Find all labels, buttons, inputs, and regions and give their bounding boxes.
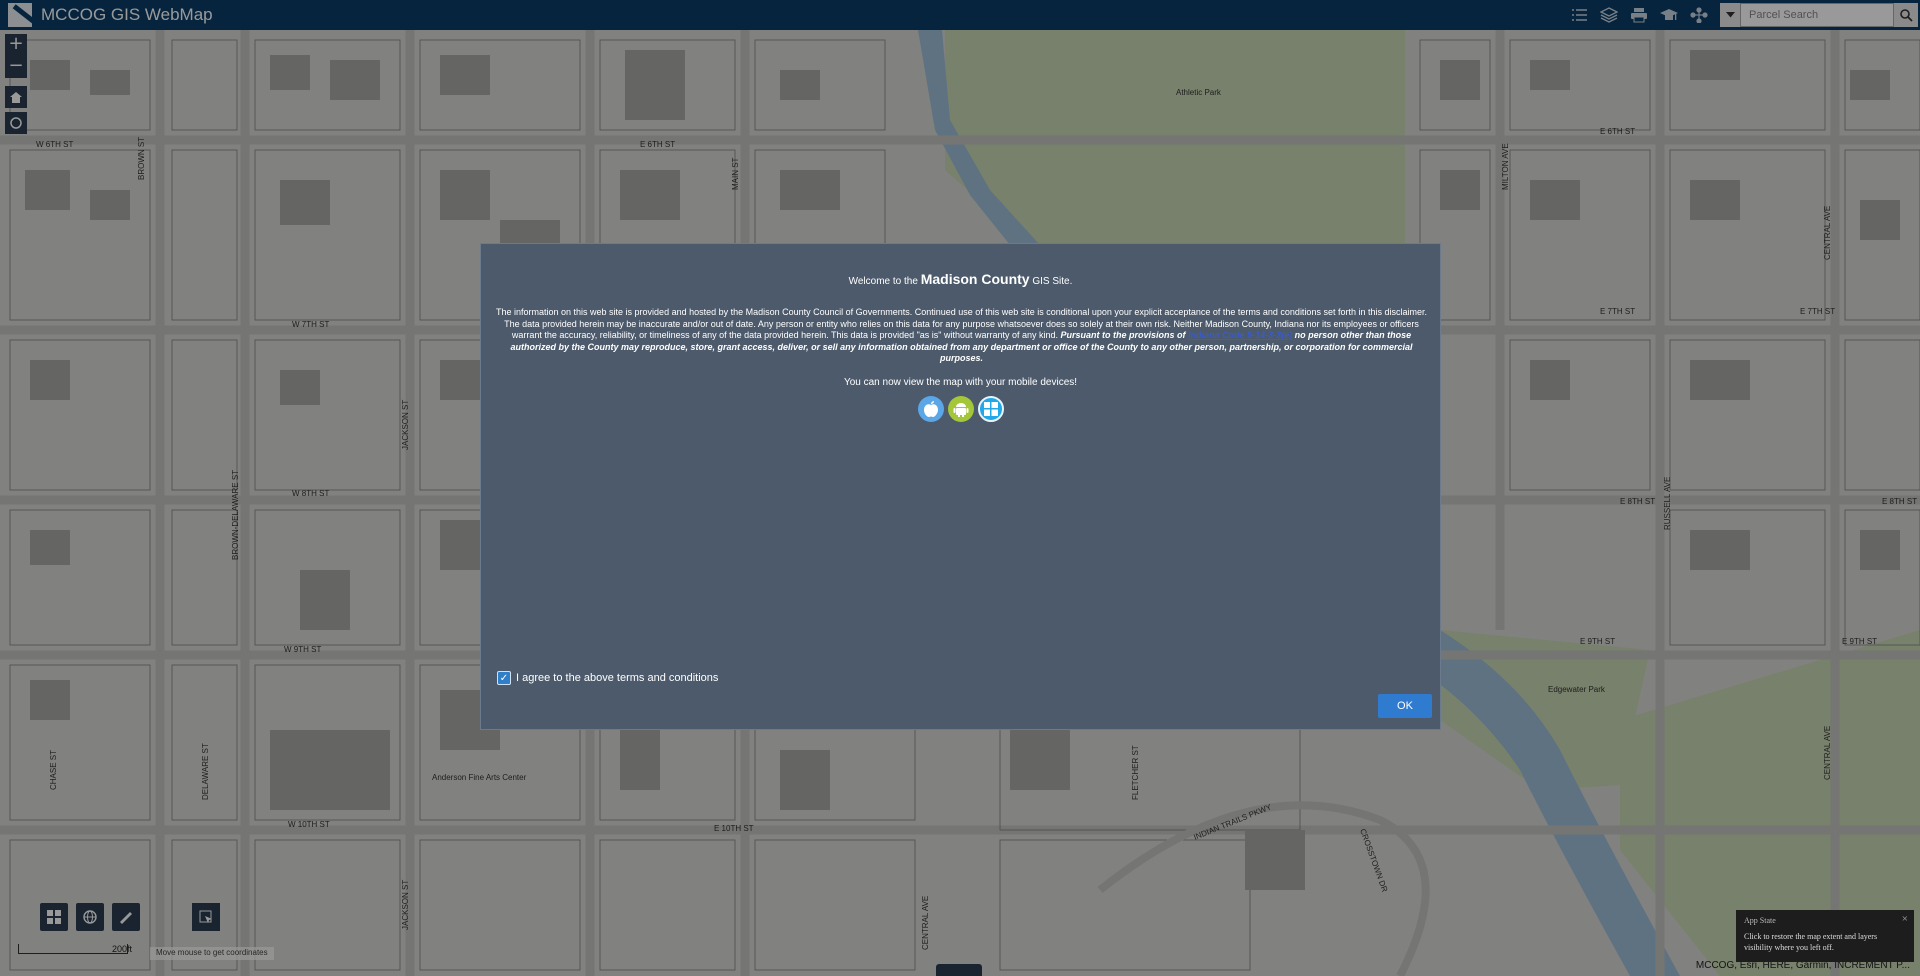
ok-button[interactable]: OK: [1378, 694, 1432, 718]
app-state-message[interactable]: Click to restore the map extent and laye…: [1744, 931, 1906, 953]
mobile-devices-text: You can now view the map with your mobil…: [843, 377, 1078, 388]
indiana-code-link[interactable]: Indiana Code 5-14-3-3(e): [1188, 330, 1292, 340]
welcome-suffix: GIS Site.: [1029, 276, 1073, 287]
android-icon[interactable]: [948, 396, 974, 422]
welcome-prefix: Welcome to the: [848, 276, 921, 287]
agree-terms-label[interactable]: I agree to the above terms and condition…: [516, 672, 718, 684]
agree-terms-checkbox[interactable]: ✓: [497, 671, 511, 685]
disclaimer-text: The information on this web site is prov…: [495, 307, 1428, 365]
app-state-popup[interactable]: App State Click to restore the map exten…: [1736, 910, 1914, 962]
welcome-heading: Welcome to the Madison County GIS Site.: [481, 271, 1440, 287]
app-state-title: App State: [1744, 916, 1776, 925]
county-name: Madison County: [920, 271, 1030, 287]
close-icon[interactable]: ×: [1902, 913, 1908, 925]
disclaimer-dialog: Welcome to the Madison County GIS Site. …: [480, 243, 1441, 730]
windows-icon[interactable]: [978, 396, 1004, 422]
agree-terms-row[interactable]: ✓ I agree to the above terms and conditi…: [497, 671, 718, 685]
mobile-app-links: [918, 396, 1004, 422]
apple-icon[interactable]: [918, 396, 944, 422]
disclaimer-legal-prefix: Pursuant to the provisions of: [1060, 330, 1189, 340]
